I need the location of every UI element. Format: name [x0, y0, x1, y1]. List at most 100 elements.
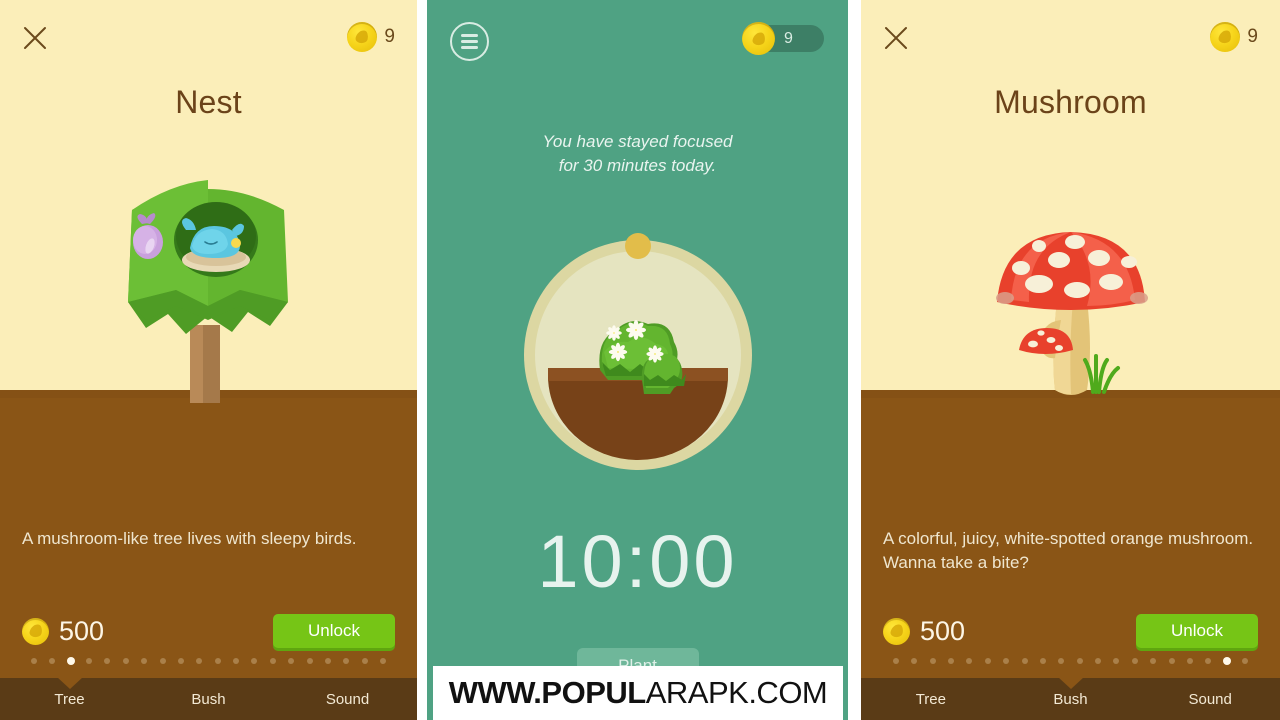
pagination-dot[interactable]	[929, 658, 936, 664]
menu-bar	[461, 40, 478, 43]
plant-description: A colorful, juicy, white-spotted orange …	[883, 529, 1254, 572]
pagination-dot[interactable]	[214, 658, 221, 664]
site-watermark: WWW.POPUL ARAPK.COM	[433, 666, 843, 720]
pagination-dot[interactable]	[984, 658, 991, 664]
pagination-dots[interactable]	[861, 657, 1280, 665]
hamburger-menu-icon[interactable]	[450, 22, 489, 61]
mushroom-illustration	[861, 150, 1280, 410]
pagination-dot[interactable]	[1058, 658, 1065, 664]
menu-bar	[461, 34, 478, 37]
bottom-tab-bar: Tree Bush Sound	[861, 677, 1280, 720]
pagination-dot[interactable]	[966, 658, 973, 664]
price-row: 500 Unlock	[883, 612, 1258, 650]
pagination-dot[interactable]	[1205, 658, 1212, 664]
pagination-dot[interactable]	[196, 658, 203, 664]
price-group: 500	[883, 616, 965, 647]
coin-icon	[883, 617, 910, 645]
pagination-dot[interactable]	[911, 658, 918, 664]
tab-bush[interactable]: Bush	[1001, 677, 1141, 720]
coin-icon	[742, 22, 775, 55]
tab-label: Bush	[1053, 690, 1088, 708]
tab-sound[interactable]: Sound	[1140, 678, 1280, 720]
tab-tree[interactable]: Tree	[861, 678, 1001, 720]
ground-background	[0, 390, 417, 720]
panel-shop-mushroom: 9 Mushroom A colorful, juicy, white-spot…	[861, 0, 1280, 720]
screenshot-stage: 9 Nest A mushroom-like tree lives with s…	[0, 0, 1280, 720]
pagination-dot[interactable]	[1076, 658, 1083, 664]
tab-label: Sound	[1188, 690, 1232, 708]
tab-bush[interactable]: Bush	[139, 678, 278, 720]
panel-focus-timer: 9 You have stayed focused for 30 minutes…	[427, 0, 848, 720]
pagination-dot[interactable]	[251, 658, 258, 664]
pagination-dot[interactable]	[1131, 658, 1138, 664]
coin-balance-pill[interactable]: 9	[742, 22, 824, 55]
focus-message-line1: You have stayed focused	[542, 132, 733, 151]
pagination-dot[interactable]	[1242, 658, 1249, 664]
coin-icon	[347, 22, 378, 52]
pagination-dot[interactable]	[892, 658, 899, 664]
coin-balance: 9	[1210, 22, 1258, 52]
unlock-button[interactable]: Unlock	[273, 614, 395, 648]
pagination-dot[interactable]	[1003, 658, 1010, 664]
plant-description: A mushroom-like tree lives with sleepy b…	[22, 529, 357, 548]
pagination-dot[interactable]	[324, 658, 331, 664]
close-icon[interactable]	[22, 25, 48, 51]
coin-count-label: 9	[1247, 26, 1258, 47]
pagination-dots[interactable]	[0, 657, 417, 665]
price-row: 500 Unlock	[22, 612, 395, 650]
pagination-dot-active[interactable]	[1222, 657, 1231, 665]
pagination-dot[interactable]	[122, 658, 129, 664]
pagination-dot[interactable]	[1095, 658, 1102, 664]
panel-shop-nest: 9 Nest A mushroom-like tree lives with s…	[0, 0, 417, 720]
pagination-dot[interactable]	[104, 658, 111, 664]
tab-label: Bush	[191, 690, 226, 708]
coin-icon	[1210, 22, 1241, 52]
pagination-dot[interactable]	[177, 658, 184, 664]
tab-label: Tree	[54, 690, 85, 708]
pagination-dot-active[interactable]	[66, 657, 75, 665]
bottom-tab-bar: Tree Bush Sound	[0, 677, 417, 720]
pagination-dot[interactable]	[1021, 658, 1028, 664]
pagination-dot[interactable]	[1186, 658, 1193, 664]
pagination-dot[interactable]	[159, 658, 166, 664]
price-value: 500	[920, 615, 966, 646]
potted-plant-illustration	[523, 233, 752, 470]
focus-message: You have stayed focused for 30 minutes t…	[427, 130, 848, 178]
pagination-dot[interactable]	[288, 658, 295, 664]
close-icon[interactable]	[883, 25, 909, 51]
unlock-button[interactable]: Unlock	[1136, 614, 1258, 648]
tab-sound[interactable]: Sound	[278, 678, 417, 720]
pagination-dot[interactable]	[1113, 658, 1120, 664]
tab-label: Tree	[915, 690, 946, 708]
pagination-dot[interactable]	[1039, 658, 1046, 664]
pagination-dot[interactable]	[343, 658, 350, 664]
coin-count-label: 9	[384, 26, 395, 47]
pagination-dot[interactable]	[233, 658, 240, 664]
tab-tree[interactable]: Tree	[0, 677, 139, 720]
pagination-dot[interactable]	[141, 658, 148, 664]
page-title: Nest	[175, 84, 242, 120]
menu-bar	[461, 46, 478, 49]
tab-label: Sound	[325, 690, 370, 708]
pagination-dot[interactable]	[49, 658, 56, 664]
watermark-normal: ARAPK.COM	[645, 675, 828, 710]
bush-svg	[598, 320, 686, 394]
tab-selected-arrow	[1057, 677, 1084, 689]
coin-icon	[22, 617, 49, 645]
pagination-dot[interactable]	[1168, 658, 1175, 664]
pagination-dot[interactable]	[948, 658, 955, 664]
pagination-dot[interactable]	[361, 658, 368, 664]
pagination-dot[interactable]	[1150, 658, 1157, 664]
page-title: Mushroom	[994, 84, 1147, 120]
coin-balance: 9	[347, 22, 395, 52]
pagination-dot[interactable]	[30, 658, 37, 664]
price-value: 500	[59, 615, 105, 646]
tree-illustration	[0, 150, 417, 410]
tab-selected-arrow	[56, 677, 83, 689]
pagination-dot[interactable]	[380, 658, 387, 664]
price-group: 500	[22, 616, 104, 647]
coin-count-label: 9	[784, 29, 793, 47]
pagination-dot[interactable]	[86, 658, 93, 664]
pagination-dot[interactable]	[269, 658, 276, 664]
pagination-dot[interactable]	[306, 658, 313, 664]
